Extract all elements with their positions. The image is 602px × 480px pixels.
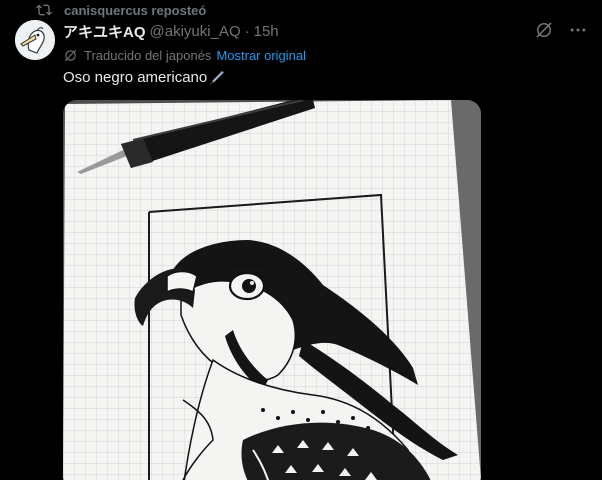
pelican-avatar-icon [15,20,55,60]
translation-notice: Traducido del japonés Mostrar original [63,45,306,65]
author-display-name[interactable]: アキユキAQ [63,21,146,42]
tweet-header: アキユキAQ @akiyuki_AQ · 15h [63,20,279,42]
author-handle[interactable]: @akiyuki_AQ [150,23,241,40]
repost-label: canisquercus reposteó [64,2,207,18]
separator-dot: · [244,22,250,40]
repost-indicator[interactable]: canisquercus reposteó [36,1,206,19]
tweet-media[interactable] [63,100,481,480]
more-icon[interactable] [568,20,588,40]
avatar[interactable] [15,20,55,60]
translated-label: Traducido del japonés [84,47,212,63]
falcon-drawing-image [63,100,481,480]
tweet[interactable]: canisquercus reposteó アキユキAQ @akiyuki_AQ… [0,0,602,480]
tweet-body: Oso negro americano [63,68,208,86]
show-original-link[interactable]: Mostrar original [216,48,306,63]
pen-nib-icon [209,70,225,85]
timestamp[interactable]: 15h [254,23,279,40]
translate-icon [64,49,77,61]
tweet-text: Oso negro americano [63,66,225,88]
header-actions [534,20,588,40]
grok-icon[interactable] [534,20,554,40]
repost-icon [36,4,52,16]
